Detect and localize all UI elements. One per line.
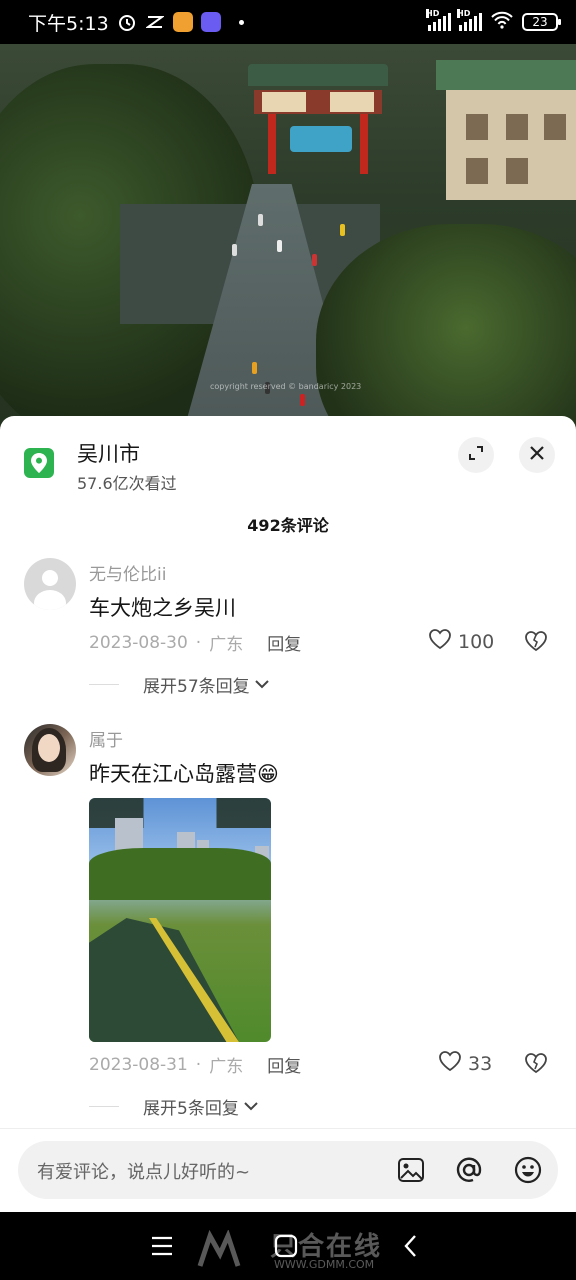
comment-count: 492条评论	[247, 516, 329, 535]
heart-icon	[438, 1050, 462, 1077]
comment-input-placeholder: 有爱评论，说点儿好听的~	[37, 1162, 251, 1183]
meta-separator: ·	[195, 632, 202, 653]
video-scene-gate	[248, 64, 388, 174]
alarm-icon	[117, 12, 137, 32]
comment-input-bar: 有爱评论，说点儿好听的~	[0, 1128, 576, 1212]
comment-item: 属于 昨天在江心岛露营😁 2023-08-31 · 广东 回复 33 展开5条回…	[0, 722, 576, 1122]
comment-text: 车大炮之乡吴川	[89, 596, 236, 620]
comment-region: 广东	[209, 635, 244, 655]
location-title: 吴川市	[77, 442, 140, 466]
comment-sheet: 吴川市 57.6亿次看过 492条评论 无与伦比ii 车大炮之乡吴川 2023-…	[0, 416, 576, 1212]
emoji-icon[interactable]	[513, 1155, 543, 1185]
reply-button[interactable]: 回复	[267, 630, 301, 655]
expand-replies-button[interactable]: 展开57条回复	[89, 672, 270, 697]
comment-date: 2023-08-31	[89, 1054, 188, 1075]
fullscreen-button[interactable]	[458, 437, 494, 473]
image-icon[interactable]	[396, 1155, 426, 1185]
broken-heart-icon	[523, 1053, 549, 1078]
status-bar: 下午5:13 HD HD 23	[0, 0, 576, 44]
close-icon	[528, 444, 546, 466]
avatar[interactable]	[24, 558, 76, 610]
divider	[89, 684, 119, 685]
like-count: 33	[468, 1052, 493, 1075]
expand-replies-button[interactable]: 展开5条回复	[89, 1094, 259, 1119]
avatar[interactable]	[24, 724, 76, 776]
like-button[interactable]: 100	[428, 628, 494, 655]
chevron-down-icon	[243, 1097, 259, 1117]
app-notification-icon-2	[200, 12, 221, 32]
menu-icon[interactable]	[148, 1232, 176, 1260]
video-player[interactable]: copyright reserved © bandaricy 2023	[0, 44, 576, 430]
comment-author[interactable]: 属于	[89, 726, 123, 751]
comment-input[interactable]: 有爱评论，说点儿好听的~	[18, 1141, 558, 1199]
chevron-down-icon	[254, 675, 270, 695]
more-notifications-dot	[238, 19, 244, 25]
heart-icon	[428, 628, 452, 655]
like-count: 100	[458, 630, 495, 653]
comment-item: 无与伦比ii 车大炮之乡吴川 2023-08-30 · 广东 回复 100 展开…	[0, 556, 576, 706]
comment-text: 昨天在江心岛露营😁	[89, 762, 279, 786]
comment-meta: 2023-08-31 · 广东 回复	[89, 1052, 301, 1078]
meta-separator: ·	[195, 1054, 202, 1075]
back-icon[interactable]	[396, 1232, 424, 1260]
divider	[89, 1106, 119, 1107]
expand-replies-label: 展开57条回复	[143, 677, 250, 697]
comment-image[interactable]	[89, 798, 271, 1042]
wifi-icon	[490, 11, 514, 34]
signal-icon: HD	[426, 9, 451, 31]
comment-author[interactable]: 无与伦比ii	[89, 560, 166, 585]
video-scene-building	[436, 60, 576, 200]
expand-icon	[467, 444, 485, 466]
battery-icon: 23	[522, 13, 561, 31]
close-button[interactable]	[519, 437, 555, 473]
app-notification-icon	[172, 12, 193, 32]
notification-icon	[145, 12, 165, 32]
status-time: 下午5:13	[28, 12, 109, 35]
dislike-button[interactable]	[523, 630, 549, 656]
mention-icon[interactable]	[454, 1155, 484, 1185]
location-pin-icon	[24, 448, 54, 478]
comment-meta: 2023-08-30 · 广东 回复	[89, 630, 301, 656]
watermark-logo-icon	[197, 1230, 241, 1267]
comment-region: 广东	[209, 1057, 244, 1077]
location-views: 57.6亿次看过	[77, 474, 177, 493]
expand-replies-label: 展开5条回复	[143, 1099, 239, 1119]
like-button[interactable]: 33	[438, 1050, 492, 1077]
reply-button[interactable]: 回复	[267, 1052, 301, 1077]
watermark-url: WWW.GDMM.COM	[274, 1258, 375, 1271]
system-navigation-bar: 只合在线 WWW.GDMM.COM	[0, 1212, 576, 1280]
comment-date: 2023-08-30	[89, 632, 188, 653]
signal-icon-2: HD	[457, 9, 482, 31]
site-watermark: 只合在线 WWW.GDMM.COM	[190, 1226, 400, 1274]
dislike-button[interactable]	[523, 1052, 549, 1078]
broken-heart-icon	[523, 631, 549, 656]
video-watermark: copyright reserved © bandaricy 2023	[210, 382, 362, 391]
